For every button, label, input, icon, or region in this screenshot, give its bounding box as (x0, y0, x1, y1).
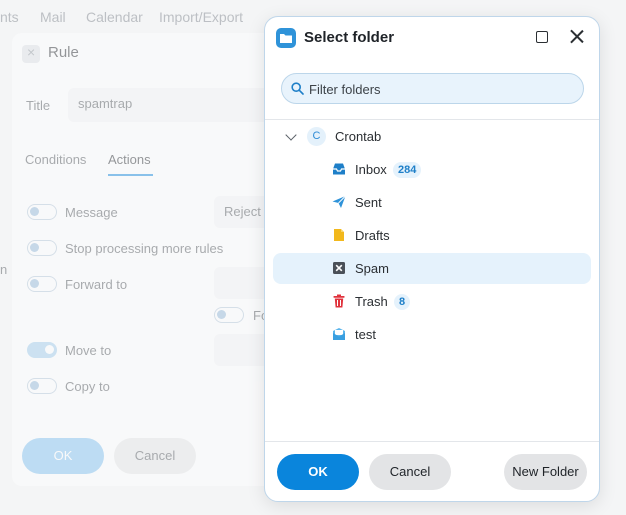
forward-to-label: Forward to (65, 277, 128, 292)
filter-folders-box[interactable] (281, 73, 584, 104)
forward-sub-toggle[interactable] (214, 307, 244, 323)
dialog-header: Select folder (265, 17, 599, 61)
side-label: n (0, 262, 8, 277)
move-to-label: Move to (65, 343, 112, 358)
rule-ok-button[interactable]: OK (22, 438, 104, 474)
new-folder-button[interactable]: New Folder (504, 454, 587, 490)
copy-to-toggle[interactable] (27, 378, 57, 394)
message-label: Message (65, 205, 118, 220)
tab-conditions[interactable]: Conditions (25, 152, 86, 167)
cancel-button[interactable]: Cancel (369, 454, 451, 490)
ok-button[interactable]: OK (277, 454, 359, 490)
folder-name: Inbox (355, 162, 387, 177)
folder-row-inbox[interactable]: Inbox 284 (273, 154, 591, 185)
folder-name: Drafts (355, 228, 390, 243)
unread-count-badge: 8 (394, 294, 411, 310)
stop-processing-label: Stop processing more rules (65, 241, 224, 256)
folder-name: Spam (355, 261, 389, 276)
forward-to-toggle[interactable] (27, 276, 57, 292)
folder-row-trash[interactable]: Trash 8 (273, 286, 591, 317)
folder-name: Sent (355, 195, 382, 210)
chevron-down-icon[interactable] (285, 129, 297, 141)
header-divider (265, 119, 599, 120)
nav-item-calendar[interactable]: Calendar (86, 9, 143, 25)
rule-icon (22, 44, 40, 63)
folder-name: Trash (355, 294, 388, 309)
search-icon (291, 82, 304, 95)
active-tab-indicator (108, 174, 153, 176)
maximize-icon[interactable] (536, 31, 548, 43)
folder-row-test[interactable]: test (273, 319, 591, 350)
drafts-icon (334, 229, 344, 241)
rule-cancel-button[interactable]: Cancel (114, 438, 196, 474)
move-to-toggle[interactable] (27, 342, 57, 358)
select-folder-dialog: Select folder C Crontab Inbox 284 Sent (264, 16, 600, 502)
nav-item-contents[interactable]: nts (0, 9, 19, 25)
nav-item-import-export[interactable]: Import/Export (159, 9, 243, 25)
folder-row-sent[interactable]: Sent (273, 187, 591, 218)
sent-icon (332, 195, 346, 208)
message-toggle[interactable] (27, 204, 57, 220)
message-select-value: Reject (224, 204, 261, 219)
filter-folders-input[interactable] (309, 80, 569, 98)
folder-row-spam[interactable]: Spam (273, 253, 591, 284)
dialog-footer: OK Cancel New Folder (265, 442, 599, 501)
spam-icon (333, 262, 345, 274)
account-avatar: C (307, 127, 326, 146)
title-label: Title (26, 98, 51, 113)
folder-name: test (355, 327, 376, 342)
folder-row-drafts[interactable]: Drafts (273, 220, 591, 251)
account-name: Crontab (335, 129, 382, 144)
close-icon[interactable] (569, 29, 584, 44)
stop-processing-toggle[interactable] (27, 240, 57, 256)
tab-actions[interactable]: Actions (108, 152, 151, 167)
account-row-crontab[interactable]: C Crontab (273, 121, 591, 152)
trash-icon (333, 294, 345, 308)
folder-icon (333, 328, 345, 340)
folder-picker-icon (276, 28, 296, 48)
copy-to-label: Copy to (65, 379, 110, 394)
dialog-title: Select folder (304, 29, 395, 46)
nav-item-mail[interactable]: Mail (40, 9, 66, 25)
inbox-icon (333, 163, 345, 175)
rule-dialog-title: Rule (48, 44, 79, 61)
unread-count-badge: 284 (393, 162, 422, 178)
title-field-value: spamtrap (78, 96, 133, 111)
